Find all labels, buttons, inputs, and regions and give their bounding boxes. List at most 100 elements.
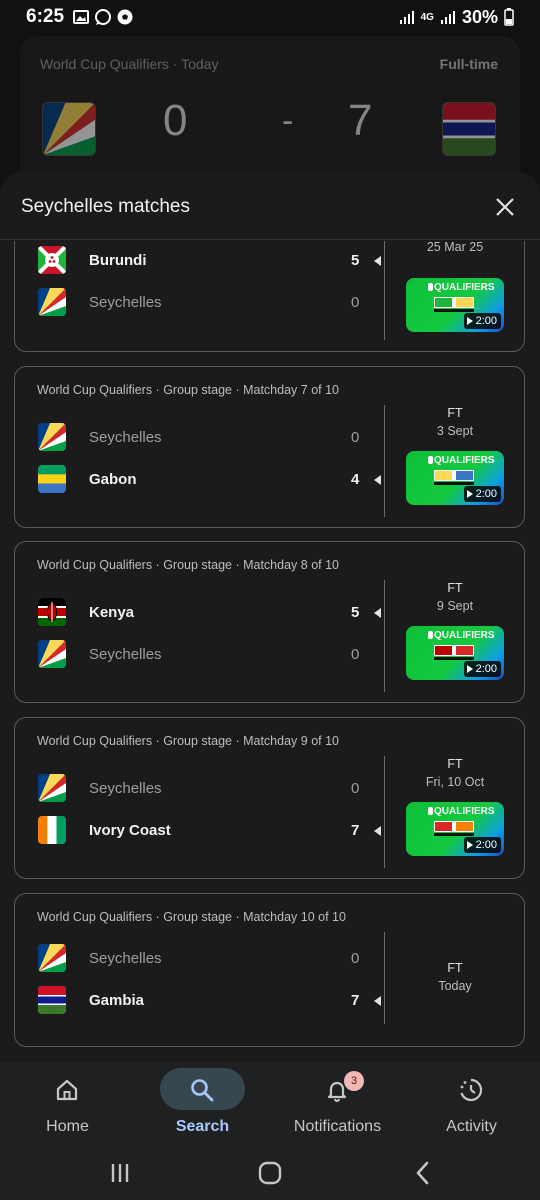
video-duration: 2:00 [463,486,501,502]
activity-icon [460,1078,483,1102]
match-status: FT 3 Sept [395,406,515,438]
away-team-score: 7 [351,822,360,839]
divider [384,932,385,1024]
recents-icon[interactable] [105,1158,135,1188]
nav-search[interactable]: Search [135,1062,270,1148]
highlights-video-thumbnail[interactable]: QUALIFIERS 2:00 [406,451,504,505]
away-team-row: Gambia 7 [15,986,385,1016]
thumb-stripe [434,833,474,836]
back-icon[interactable] [408,1158,438,1188]
match-status: FT Today [395,961,515,993]
thumb-brand: QUALIFIERS [434,455,495,466]
signal-icon [399,11,414,24]
match-result: FT [447,961,463,975]
match-result: FT [447,406,463,420]
winner-arrow-icon [374,826,381,836]
away-team-score: 7 [351,992,360,1009]
match-card[interactable]: World Cup Qualifiers · Group stage · Mat… [14,717,525,879]
matches-sheet: Seychelles matches Burundi 5 Seychelles … [0,172,540,1062]
match-card[interactable]: Burundi 5 Seychelles 0 25 Mar 25 QUALIFI… [14,241,525,352]
seychelles-flag-icon [38,774,66,802]
highlights-video-thumbnail[interactable]: QUALIFIERS 2:00 [406,802,504,856]
home-team-row: Kenya 5 [15,598,385,628]
gallery-icon [73,10,90,24]
nav-notifications-label: Notifications [293,1118,382,1135]
winner-arrow-icon [374,996,381,1006]
match-date: 25 Mar 25 [426,241,484,254]
qualifiers-logo-icon [428,456,433,464]
nav-home-label: Home [46,1118,89,1135]
nav-search-label: Search [175,1118,230,1135]
match-date: Fri, 10 Oct [425,775,485,789]
bg-status: Full-time [439,56,498,72]
home-team-name: Burundi [89,252,147,269]
seychelles-flag-icon [38,944,66,972]
sheet-header: Seychelles matches [0,172,540,240]
seychelles-flag-icon [38,640,66,668]
highlights-video-thumbnail[interactable]: QUALIFIERS 2:00 [406,278,504,332]
video-duration: 2:00 [463,661,501,677]
gabon-flag-icon [38,465,66,493]
whatsapp-icon [95,9,112,25]
qualifiers-logo-icon [428,807,433,815]
battery-charging-icon [504,8,514,26]
away-team-name: Seychelles [89,294,162,311]
gambia-flag-icon [38,986,66,1014]
away-team-name: Ivory Coast [89,822,171,839]
match-date: 9 Sept [436,599,474,613]
bg-competition: World Cup Qualifiers · Today [40,56,219,72]
highlights-video-thumbnail[interactable]: QUALIFIERS 2:00 [406,626,504,680]
thumb-stripe [434,657,474,660]
away-team-score: 0 [351,294,360,311]
qualifiers-logo-icon [428,631,433,639]
notification-icons [72,8,134,26]
match-card[interactable]: World Cup Qualifiers · Group stage · Mat… [14,366,525,528]
nav-activity[interactable]: Activity [404,1062,539,1148]
gambia-flag-icon [442,102,496,156]
search-icon [191,1079,214,1102]
match-result: FT [447,757,463,771]
thumb-flags [434,821,474,832]
close-icon[interactable] [494,196,516,218]
away-team-name: Seychelles [89,646,162,663]
nav-home[interactable]: Home [0,1062,135,1148]
soccer-ball-icon [117,9,133,25]
signal-icon-2 [440,11,455,24]
play-icon [466,841,473,849]
home-team-row: Burundi 5 [15,246,385,276]
thumb-flags [434,297,474,308]
match-status: FT Fri, 10 Oct [395,757,515,789]
nav-notifications[interactable]: 3 Notifications [270,1062,405,1148]
match-status: 25 Mar 25 [395,241,515,254]
home-team-score: 0 [351,780,360,797]
nav-activity-label: Activity [446,1118,497,1135]
bg-away-score: 7 [348,96,373,145]
matches-list[interactable]: Burundi 5 Seychelles 0 25 Mar 25 QUALIFI… [0,241,540,1062]
thumb-brand: QUALIFIERS [434,630,495,641]
divider [384,580,385,692]
status-bar: 6:25 4G 30% [0,0,540,34]
ivory-coast-flag-icon [38,816,66,844]
network-type: 4G [420,11,434,23]
match-competition: World Cup Qualifiers · Group stage · Mat… [37,910,346,924]
home-team-score: 0 [351,950,360,967]
notification-badge: 3 [344,1071,364,1091]
away-team-row: Seychelles 0 [15,640,385,670]
match-date: 3 Sept [436,424,474,438]
winner-arrow-icon [374,256,381,266]
status-time: 6:25 [26,6,65,27]
home-team-row: Seychelles 0 [15,423,385,453]
winner-arrow-icon [374,608,381,618]
divider [384,241,385,340]
home-team-row: Seychelles 0 [15,774,385,804]
winner-arrow-icon [374,475,381,485]
home-team-score: 5 [351,604,360,621]
home-button-icon[interactable] [255,1158,285,1188]
match-card[interactable]: World Cup Qualifiers · Group stage · Mat… [14,893,525,1047]
home-team-name: Seychelles [89,950,162,967]
match-card[interactable]: World Cup Qualifiers · Group stage · Mat… [14,541,525,703]
burundi-flag-icon [38,246,66,274]
seychelles-flag-icon [38,288,66,316]
away-team-name: Gabon [89,471,137,488]
play-icon [466,665,473,673]
